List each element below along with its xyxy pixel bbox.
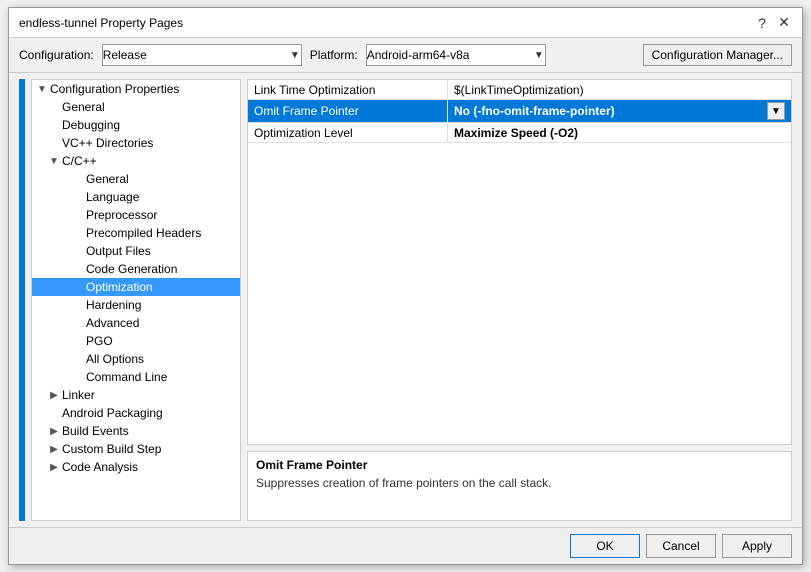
platform-label: Platform: — [310, 48, 358, 62]
config-manager-button[interactable]: Configuration Manager... — [643, 44, 792, 66]
tree-item-label: Advanced — [86, 316, 139, 330]
prop-name: Optimization Level — [248, 123, 448, 142]
prop-dropdown-button[interactable]: ▼ — [767, 102, 785, 120]
tree-panel: ▼Configuration PropertiesGeneralDebuggin… — [31, 79, 241, 521]
tree-item-label: Configuration Properties — [50, 82, 179, 96]
tree-item-label: PGO — [86, 334, 113, 348]
tree-item[interactable]: All Options — [32, 350, 240, 368]
tree-item-label: Language — [86, 190, 139, 204]
tree-item-label: Precompiled Headers — [86, 226, 201, 240]
prop-name: Omit Frame Pointer — [248, 100, 448, 122]
tree-item-label: Build Events — [62, 424, 129, 438]
tree-item-label: Optimization — [86, 280, 153, 294]
ok-button[interactable]: OK — [570, 534, 640, 558]
properties-grid: Link Time Optimization $(LinkTimeOptimiza… — [247, 79, 792, 445]
cancel-button[interactable]: Cancel — [646, 534, 716, 558]
tree-item[interactable]: ▼C/C++ — [32, 152, 240, 170]
prop-value-text: No (-fno-omit-frame-pointer) — [454, 104, 615, 118]
tree-item[interactable]: Preprocessor — [32, 206, 240, 224]
description-text: Suppresses creation of frame pointers on… — [256, 476, 783, 490]
tree-item-label: Hardening — [86, 298, 141, 312]
tree-item-label: C/C++ — [62, 154, 97, 168]
tree-item[interactable]: Android Packaging — [32, 404, 240, 422]
expand-icon: ▶ — [48, 390, 60, 401]
tree-item-label: Debugging — [62, 118, 120, 132]
expand-icon: ▶ — [48, 462, 60, 473]
tree-item-label: General — [62, 100, 105, 114]
tree-item[interactable]: General — [32, 170, 240, 188]
config-select[interactable]: Release — [102, 44, 302, 66]
collapse-icon: ▼ — [36, 84, 48, 95]
table-row[interactable]: Link Time Optimization $(LinkTimeOptimiza… — [248, 80, 791, 100]
tree-item-label: Code Analysis — [62, 460, 138, 474]
platform-select-wrapper: Android-arm64-v8a ▼ — [366, 44, 546, 66]
tree-item-label: Code Generation — [86, 262, 177, 276]
tree-item[interactable]: Language — [32, 188, 240, 206]
prop-value: Maximize Speed (-O2) — [448, 123, 791, 142]
table-row[interactable]: Optimization Level Maximize Speed (-O2) — [248, 123, 791, 143]
config-label: Configuration: — [19, 48, 94, 62]
description-panel: Omit Frame Pointer Suppresses creation o… — [247, 451, 792, 521]
help-button[interactable]: ? — [754, 15, 770, 31]
tree-item[interactable]: Optimization — [32, 278, 240, 296]
main-content: ▼Configuration PropertiesGeneralDebuggin… — [9, 73, 802, 527]
tree-item[interactable]: ▼Configuration Properties — [32, 80, 240, 98]
right-panel: Link Time Optimization $(LinkTimeOptimiza… — [247, 79, 792, 521]
prop-name: Link Time Optimization — [248, 80, 448, 99]
tree-item[interactable]: Debugging — [32, 116, 240, 134]
tree-item[interactable]: Output Files — [32, 242, 240, 260]
tree-item-label: All Options — [86, 352, 144, 366]
tree-item-label: General — [86, 172, 129, 186]
config-bar: Configuration: Release ▼ Platform: Andro… — [9, 38, 802, 73]
tree-item[interactable]: Hardening — [32, 296, 240, 314]
collapse-icon: ▼ — [48, 156, 60, 167]
tree-item[interactable]: ▶Build Events — [32, 422, 240, 440]
title-bar: endless-tunnel Property Pages ? ✕ — [9, 8, 802, 38]
tree-item[interactable]: Code Generation — [32, 260, 240, 278]
platform-select[interactable]: Android-arm64-v8a — [366, 44, 546, 66]
tree-item[interactable]: Command Line — [32, 368, 240, 386]
tree-item-label: Custom Build Step — [62, 442, 161, 456]
dialog-title: endless-tunnel Property Pages — [19, 16, 183, 30]
tree-item[interactable]: Advanced — [32, 314, 240, 332]
tree-item-label: VC++ Directories — [62, 136, 153, 150]
apply-button[interactable]: Apply — [722, 534, 792, 558]
description-title: Omit Frame Pointer — [256, 458, 783, 472]
tree-item-label: Preprocessor — [86, 208, 157, 222]
accent-bar — [19, 79, 25, 521]
tree-item[interactable]: ▶Code Analysis — [32, 458, 240, 476]
tree-item[interactable]: VC++ Directories — [32, 134, 240, 152]
tree-item-label: Linker — [62, 388, 95, 402]
title-bar-controls: ? ✕ — [754, 15, 792, 31]
tree-item[interactable]: ▶Linker — [32, 386, 240, 404]
expand-icon: ▶ — [48, 444, 60, 455]
expand-icon: ▶ — [48, 426, 60, 437]
table-row[interactable]: Omit Frame PointerNo (-fno-omit-frame-po… — [248, 100, 791, 123]
bottom-bar: OK Cancel Apply — [9, 527, 802, 564]
tree-item-label: Output Files — [86, 244, 151, 258]
prop-value-text: Maximize Speed (-O2) — [454, 126, 578, 140]
prop-value-text: $(LinkTimeOptimization) — [454, 83, 584, 97]
property-pages-dialog: endless-tunnel Property Pages ? ✕ Config… — [8, 7, 803, 565]
config-select-wrapper: Release ▼ — [102, 44, 302, 66]
tree-item[interactable]: General — [32, 98, 240, 116]
prop-value: $(LinkTimeOptimization) — [448, 80, 791, 99]
tree-item[interactable]: ▶Custom Build Step — [32, 440, 240, 458]
tree-item[interactable]: PGO — [32, 332, 240, 350]
tree-item[interactable]: Precompiled Headers — [32, 224, 240, 242]
tree-item-label: Android Packaging — [62, 406, 163, 420]
close-button[interactable]: ✕ — [776, 15, 792, 31]
tree-item-label: Command Line — [86, 370, 167, 384]
prop-value: No (-fno-omit-frame-pointer) ▼ — [448, 100, 791, 122]
